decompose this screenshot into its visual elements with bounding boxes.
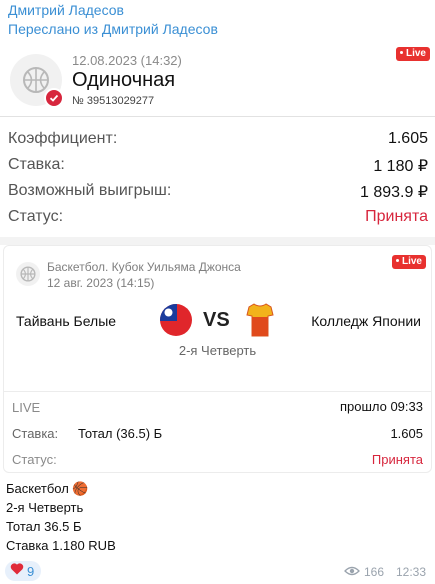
home-team: Тайвань Белые — [16, 313, 117, 329]
views-counter: 166 — [344, 565, 384, 579]
reaction-count: 9 — [27, 563, 35, 579]
bet-date: 12.08.2023 (14:32) — [72, 53, 182, 68]
market-odds: 1.605 — [390, 426, 423, 441]
heart-icon — [10, 562, 24, 580]
event-status-value: Принята — [371, 452, 423, 467]
elapsed-time: прошло 09:33 — [339, 399, 423, 414]
status-row: Статус: Принята — [8, 208, 428, 232]
event-status-label: Статус: — [12, 452, 57, 467]
bet-number: № 39513029277 — [72, 95, 155, 107]
odds-label: Коэффициент: — [8, 130, 118, 147]
caption-line: 2-я Четверть — [6, 500, 84, 515]
live-badge-label: Live — [401, 256, 422, 267]
message-time: 12:33 — [395, 565, 426, 579]
market-name: Тотал (36.5) Б — [78, 426, 163, 441]
bet-type: Одиночная — [72, 69, 176, 91]
caption-line: Тотал 36.5 Б — [6, 519, 82, 534]
away-team: Колледж Японии — [311, 313, 421, 329]
basketball-icon — [16, 262, 40, 286]
odds-value: 1.605 — [387, 130, 428, 147]
divider — [0, 116, 435, 117]
stake-label: Ставка: — [8, 156, 65, 173]
odds-row: Коэффициент: 1.605 — [8, 130, 428, 154]
event-date: 12 авг. 2023 (14:15) — [47, 276, 155, 290]
caption-line: Баскетбол 🏀 — [6, 481, 89, 496]
forwarded-from[interactable]: Переслано из Дмитрий Ладесов — [8, 21, 218, 37]
reaction-button[interactable]: 9 — [5, 561, 42, 581]
live-badge: Live — [395, 47, 430, 61]
caption-line: Ставка 1.180 RUB — [6, 538, 116, 553]
check-icon — [44, 88, 64, 108]
event-stake-label: Ставка: — [12, 426, 59, 441]
versus-label: VS — [203, 309, 230, 331]
status-value: Принята — [365, 208, 428, 225]
jersey-icon — [246, 303, 274, 337]
payout-label: Возможный выигрыш: — [8, 182, 172, 199]
views-count: 166 — [364, 565, 385, 579]
status-label: Статус: — [8, 208, 64, 225]
period-label: 2-я Четверть — [178, 343, 257, 358]
divider — [4, 391, 431, 392]
payout-row: Возможный выигрыш: 1 893.9 ₽ — [8, 182, 428, 206]
stake-value: 1 180 ₽ — [373, 158, 428, 175]
live-state: LIVE — [12, 400, 41, 415]
sender-name[interactable]: Дмитрий Ладесов — [8, 2, 124, 18]
flag-taiwan-icon — [160, 304, 192, 336]
live-badge: Live — [391, 255, 426, 269]
eye-icon — [344, 565, 360, 579]
payout-value: 1 893.9 ₽ — [359, 184, 428, 201]
section-separator — [0, 237, 435, 245]
bet-header-card: 12.08.2023 (14:32) Одиночная № 395130292… — [0, 42, 435, 114]
live-badge-label: Live — [405, 48, 426, 59]
stake-row: Ставка: 1 180 ₽ — [8, 156, 428, 180]
event-card: Баскетбол. Кубок Уильяма Джонса 12 авг. … — [3, 245, 432, 473]
tournament-name: Баскетбол. Кубок Уильяма Джонса — [47, 260, 241, 274]
